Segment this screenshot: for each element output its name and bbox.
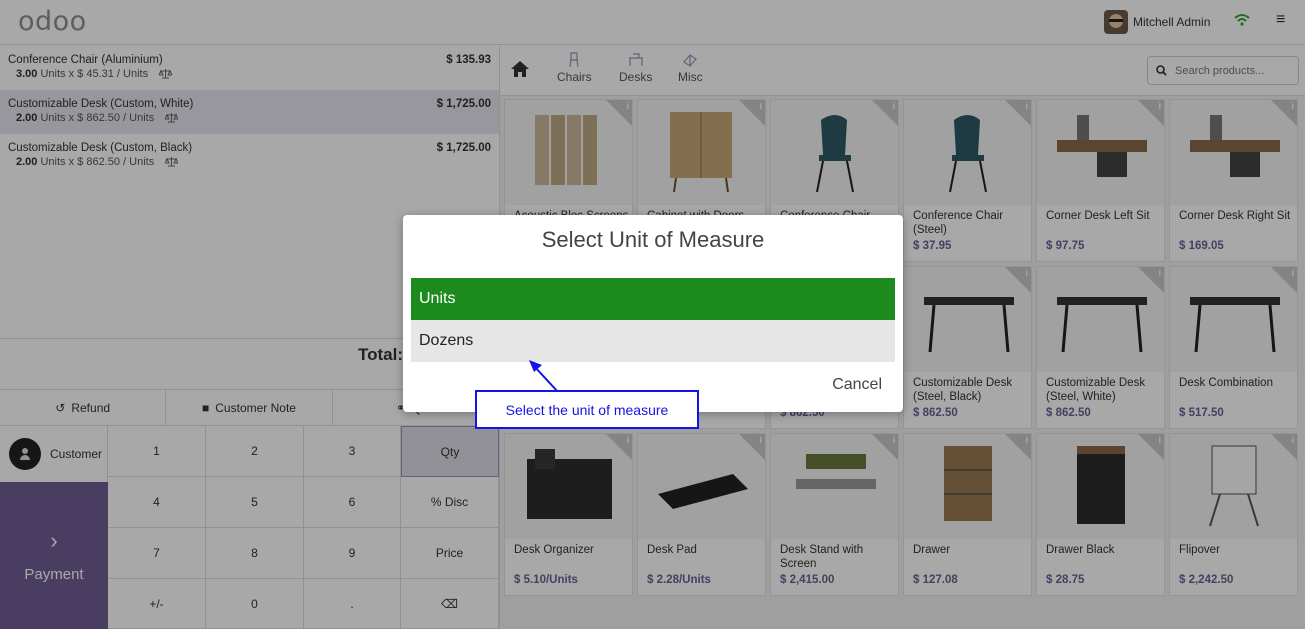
cancel-button[interactable]: Cancel [832,376,882,394]
dialog-title: Select Unit of Measure [541,227,765,252]
unit-of-measure-dialog: Select Unit of Measure Units Dozens Canc… [403,215,903,412]
annotation-callout: Select the unit of measure [475,390,699,429]
uom-option-units[interactable]: Units [411,278,895,320]
annotation-arrow [529,360,559,393]
uom-option-dozens[interactable]: Dozens [411,320,895,362]
uom-list: Units Dozens [411,278,895,362]
